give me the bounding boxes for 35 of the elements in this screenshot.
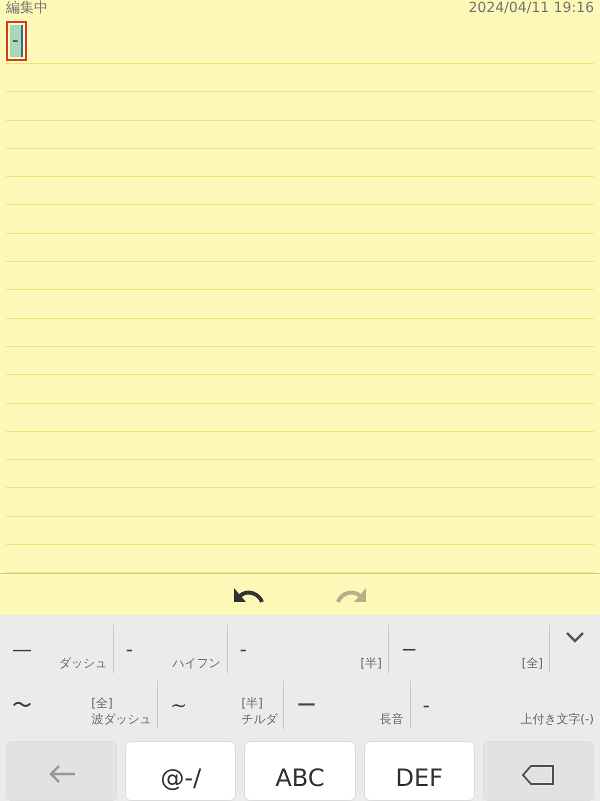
candidate-label: [全] 波ダッシュ bbox=[91, 695, 152, 728]
back-key[interactable] bbox=[6, 741, 118, 801]
candidate-key[interactable]: − [全] bbox=[388, 625, 550, 673]
candidate-symbol: ~ bbox=[170, 693, 188, 717]
candidate-symbol: − bbox=[400, 637, 418, 661]
backspace-key[interactable] bbox=[482, 741, 594, 801]
candidate-label: 上付き文字(-) bbox=[520, 711, 594, 728]
keyboard-key[interactable]: DEF bbox=[364, 741, 475, 801]
keyboard-key[interactable]: @-/ bbox=[125, 741, 236, 801]
candidate-key[interactable]: 〜 [全] 波ダッシュ bbox=[0, 681, 158, 729]
timestamp: 2024/04/11 19:16 bbox=[468, 0, 594, 16]
candidate-label: ハイフン bbox=[172, 655, 221, 672]
candidate-label: ダッシュ bbox=[58, 655, 107, 672]
chevron-icon bbox=[565, 631, 585, 643]
candidate-key[interactable]: — ダッシュ bbox=[0, 625, 114, 673]
edit-status: 編集中 bbox=[6, 0, 48, 16]
candidate-symbol: - bbox=[240, 637, 247, 661]
candidate-key[interactable]: - 上付き文字(-) bbox=[410, 681, 600, 729]
candidate-label: [半] チルダ bbox=[241, 695, 278, 728]
candidate-label: [全] bbox=[522, 655, 543, 672]
note-text: - bbox=[10, 25, 22, 57]
arrow-icon bbox=[46, 764, 77, 784]
candidate-symbol: — bbox=[12, 637, 32, 661]
candidate-symbol: - bbox=[126, 637, 134, 661]
backspace-icon bbox=[521, 764, 556, 786]
candidate-key[interactable]: - ハイフン bbox=[114, 625, 228, 673]
candidate-key[interactable]: ー 長音 bbox=[284, 681, 411, 729]
candidate-symbol: - bbox=[422, 693, 430, 717]
candidate-label: [半] bbox=[360, 655, 382, 672]
candidate-key[interactable]: - [半] bbox=[228, 625, 389, 673]
candidate-symbol: ー bbox=[296, 692, 316, 718]
candidate-key[interactable]: ~ [半] チルダ bbox=[158, 681, 284, 729]
candidate-label: 長音 bbox=[380, 711, 404, 728]
candidate-symbol: 〜 bbox=[12, 692, 32, 718]
keyboard-key[interactable]: ABC bbox=[244, 741, 356, 801]
